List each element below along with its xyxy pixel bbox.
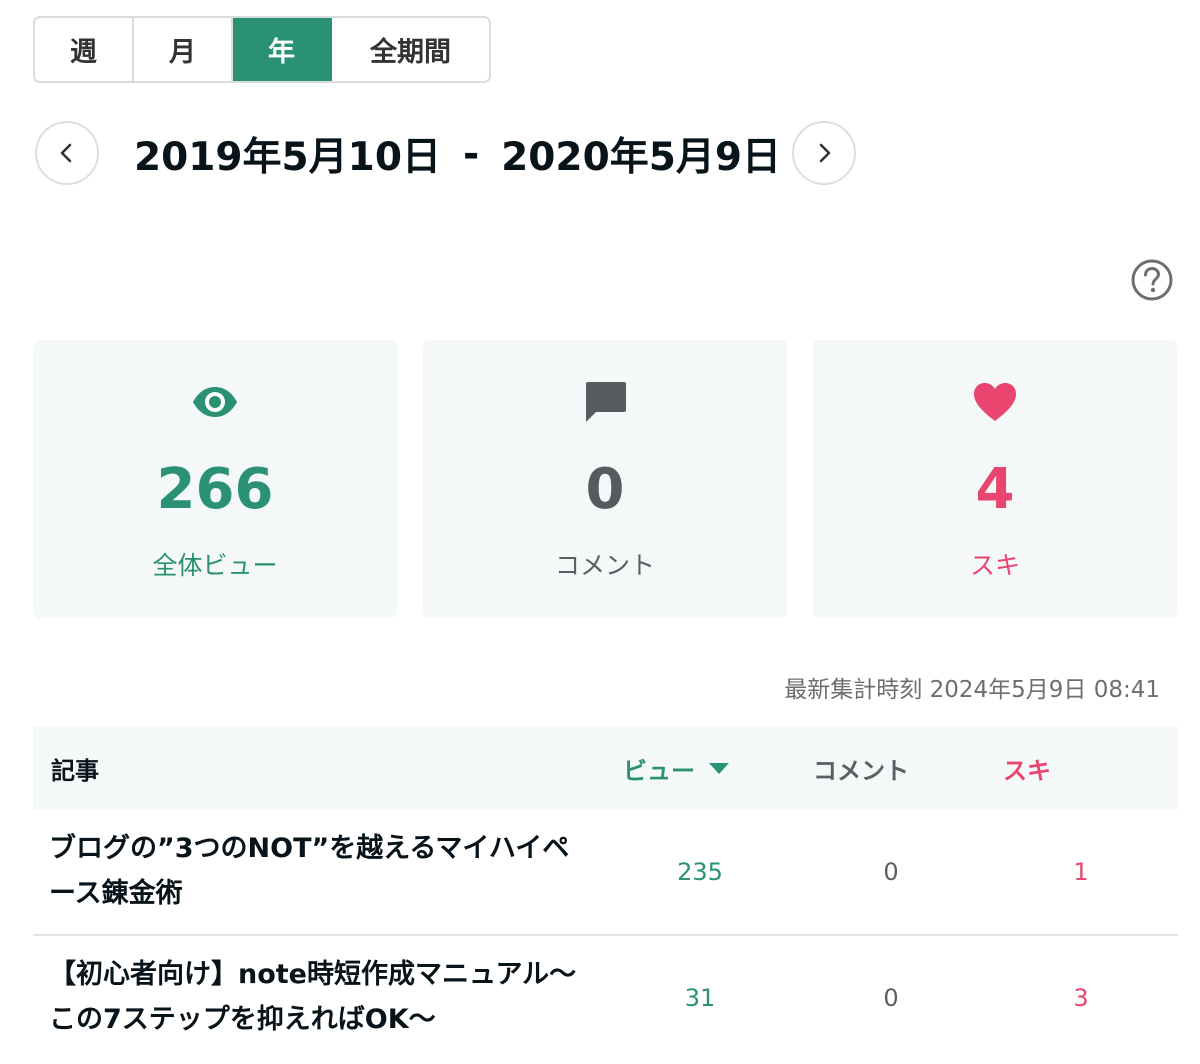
last-updated-value: 2024年5月9日 08:41 [929, 677, 1160, 703]
help-button[interactable] [1130, 258, 1174, 302]
row-comments: 0 [883, 858, 899, 886]
table-header: 記事 ビュー コメント スキ [33, 726, 1178, 810]
date-start: 2019年5月10日 [134, 135, 441, 180]
article-title-link[interactable]: 【初心者向け】note時短作成マニュアル〜この7ステップを抑えればOK〜 [49, 952, 589, 1042]
prev-period-button[interactable] [35, 121, 99, 185]
heart-icon [971, 378, 1019, 426]
column-article: 記事 [51, 756, 99, 785]
column-comments: コメント [813, 756, 909, 785]
views-stat-card: 266 全体ビュー [33, 340, 397, 618]
speech-bubble-icon [581, 378, 629, 426]
column-views-sort[interactable]: ビュー [623, 726, 729, 810]
likes-label: スキ [969, 551, 1020, 580]
chevron-left-icon [60, 143, 72, 163]
article-title-link[interactable]: ブログの”3つのNOT”を越えるマイハイペース錬金術 [49, 826, 589, 916]
row-comments: 0 [883, 984, 899, 1012]
row-likes: 3 [1073, 984, 1089, 1012]
comments-total: 0 [585, 457, 625, 522]
tab-all-time[interactable]: 全期間 [332, 18, 489, 81]
comments-label: コメント [554, 551, 655, 580]
column-likes: スキ [1003, 756, 1051, 785]
last-updated: 最新集計時刻 2024年5月9日 08:41 [784, 672, 1160, 708]
question-circle-icon [1131, 259, 1173, 301]
date-end: 2020年5月9日 [501, 135, 781, 180]
tab-month[interactable]: 月 [134, 18, 233, 81]
chevron-right-icon [819, 143, 831, 163]
date-separator: - [462, 131, 480, 177]
sort-down-icon [709, 762, 729, 774]
views-label: 全体ビュー [152, 551, 278, 580]
eye-icon [191, 378, 239, 426]
likes-stat-card: 4 スキ [813, 340, 1177, 618]
date-range: 2019年5月10日 - 2020年5月9日 [134, 124, 781, 184]
likes-total: 4 [975, 457, 1015, 522]
row-views: 31 [684, 984, 716, 1012]
period-tabs: 週 月 年 全期間 [33, 16, 491, 83]
stats-page: 週 月 年 全期間 2019年5月10日 - 2020年5月9日 266 全体ビ… [0, 0, 1200, 1064]
row-views: 235 [677, 858, 723, 886]
next-period-button[interactable] [792, 121, 856, 185]
column-views-label: ビュー [623, 756, 695, 785]
row-likes: 1 [1073, 858, 1089, 886]
last-updated-label: 最新集計時刻 [784, 677, 923, 703]
tab-year[interactable]: 年 [233, 18, 332, 81]
table-row: ブログの”3つのNOT”を越えるマイハイペース錬金術 235 0 1 [33, 810, 1178, 936]
tab-week[interactable]: 週 [35, 18, 134, 81]
table-row: 【初心者向け】note時短作成マニュアル〜この7ステップを抑えればOK〜 31 … [33, 936, 1178, 1060]
comments-stat-card: 0 コメント [423, 340, 787, 618]
views-total: 266 [156, 457, 274, 522]
